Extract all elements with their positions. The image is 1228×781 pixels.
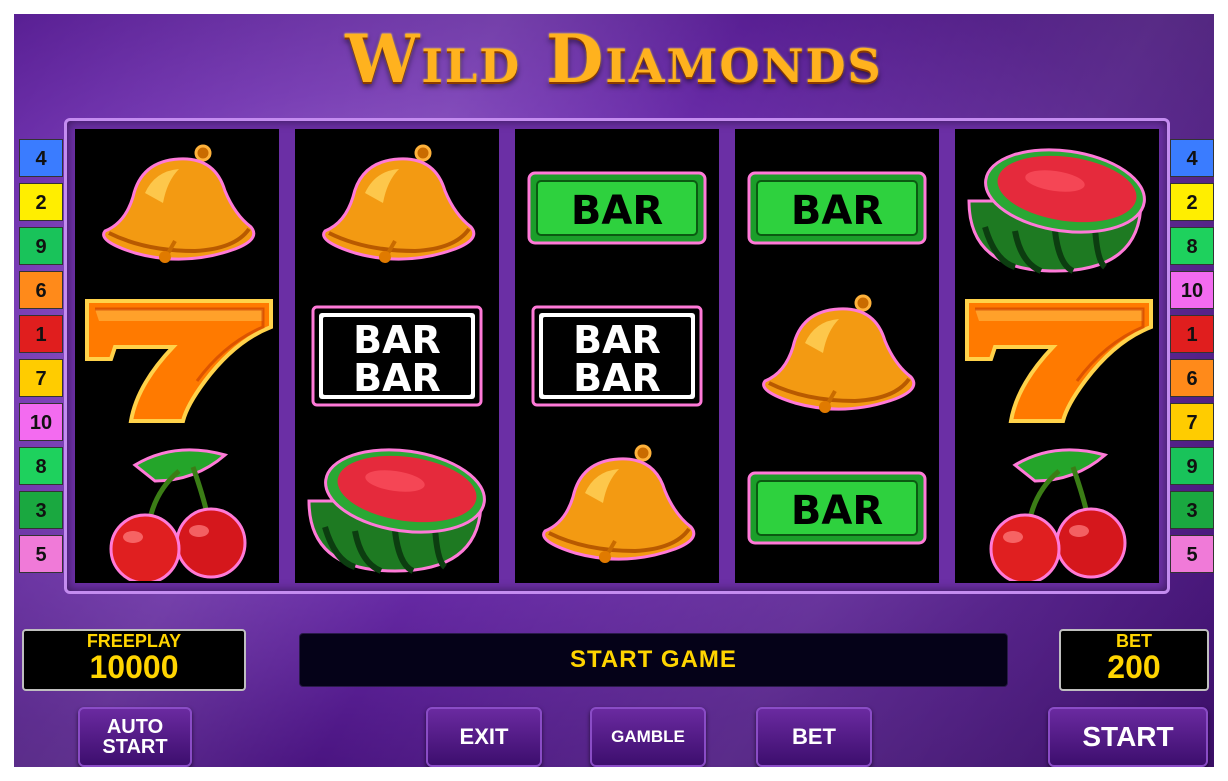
auto-start-button[interactable]: AUTO START	[78, 707, 192, 767]
slot-machine-screen: Wild Diamonds 4 2 9 6 1 7 10 8 3 5 4 2 8 10 1 6 7 9 3 5	[14, 14, 1214, 767]
left-payline-9: 3	[19, 491, 63, 529]
double-bar-symbol-icon: BAR BAR	[295, 281, 499, 431]
freeplay-value: 10000	[89, 649, 179, 685]
left-payline-indicators: 4 2 9 6 1 7 10 8 3 5	[19, 139, 65, 579]
right-payline-9: 3	[1170, 491, 1214, 529]
cherry-symbol-icon	[75, 431, 279, 581]
bet-label: BET	[1116, 631, 1152, 651]
auto-start-label-line2: START	[102, 736, 168, 758]
left-payline-4: 6	[19, 271, 63, 309]
right-payline-8: 9	[1170, 447, 1214, 485]
freeplay-credit-display: FREEPLAY 10000	[22, 629, 246, 691]
left-payline-10: 5	[19, 535, 63, 573]
left-payline-3: 9	[19, 227, 63, 265]
right-payline-3: 8	[1170, 227, 1214, 265]
bet-value: 200	[1107, 649, 1161, 685]
bell-symbol-icon	[515, 431, 719, 581]
bet-display: BET 200	[1059, 629, 1209, 691]
game-title: Wild Diamonds	[345, 20, 883, 98]
right-payline-7: 7	[1170, 403, 1214, 441]
cherry-symbol-icon	[955, 431, 1159, 581]
reel-5	[955, 129, 1159, 583]
reel-2: BAR BAR	[295, 129, 499, 583]
reel-1	[75, 129, 279, 583]
start-button[interactable]: START	[1048, 707, 1208, 767]
left-payline-5: 1	[19, 315, 63, 353]
seven-symbol-icon	[955, 281, 1159, 431]
bet-button[interactable]: BET	[756, 707, 872, 767]
left-payline-8: 8	[19, 447, 63, 485]
svg-text:BAR: BAR	[353, 356, 441, 400]
bar-symbol-icon: BAR	[515, 131, 719, 281]
reel-3: BAR BAR BAR	[515, 129, 719, 583]
bell-symbol-icon	[735, 281, 939, 431]
right-payline-10: 5	[1170, 535, 1214, 573]
svg-text:BAR: BAR	[571, 188, 663, 234]
left-payline-6: 7	[19, 359, 63, 397]
double-bar-symbol-icon: BAR BAR	[515, 281, 719, 431]
right-payline-1: 4	[1170, 139, 1214, 177]
right-payline-5: 1	[1170, 315, 1214, 353]
bell-symbol-icon	[295, 131, 499, 281]
svg-text:BAR: BAR	[791, 188, 883, 234]
right-payline-2: 2	[1170, 183, 1214, 221]
svg-text:BAR: BAR	[791, 488, 883, 534]
freeplay-label: FREEPLAY	[86, 631, 182, 651]
watermelon-symbol-icon	[955, 131, 1159, 281]
left-payline-1: 4	[19, 139, 63, 177]
right-payline-indicators: 4 2 8 10 1 6 7 9 3 5	[1170, 139, 1214, 579]
right-payline-6: 6	[1170, 359, 1214, 397]
left-payline-7: 10	[19, 403, 63, 441]
bar-symbol-icon: BAR	[735, 131, 939, 281]
exit-button[interactable]: EXIT	[426, 707, 542, 767]
left-payline-2: 2	[19, 183, 63, 221]
reel-4: BAR BAR	[735, 129, 939, 583]
message-bar: START GAME	[299, 633, 1008, 687]
gamble-button[interactable]: GAMBLE	[590, 707, 706, 767]
auto-start-label-line1: AUTO	[106, 716, 164, 738]
right-payline-4: 10	[1170, 271, 1214, 309]
watermelon-symbol-icon	[295, 431, 499, 581]
reel-window: BAR BAR BAR BAR BAR BAR BAR	[64, 118, 1170, 594]
bell-symbol-icon	[75, 131, 279, 281]
bar-symbol-icon: BAR	[735, 431, 939, 581]
svg-text:BAR: BAR	[573, 356, 661, 400]
seven-symbol-icon	[75, 281, 279, 431]
